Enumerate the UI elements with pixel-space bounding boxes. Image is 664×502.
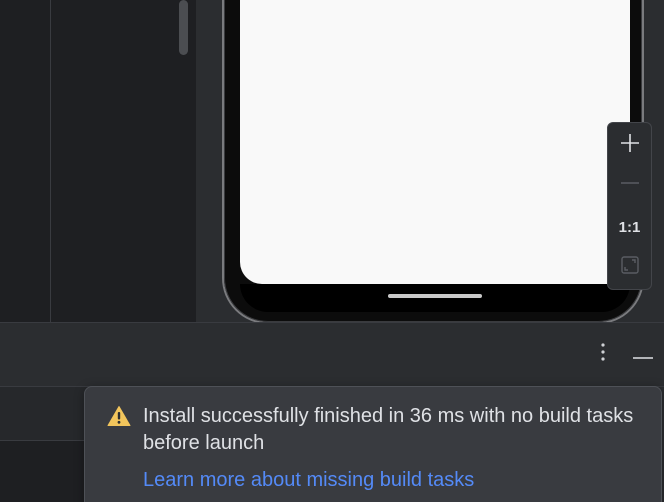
learn-more-link[interactable]: Learn more about missing build tasks xyxy=(143,467,474,493)
notification-message: Install successfully finished in 36 ms w… xyxy=(143,405,634,454)
hide-tool-window-button[interactable] xyxy=(630,341,656,367)
device-frame xyxy=(224,0,642,322)
device-screen[interactable] xyxy=(240,0,630,284)
actual-size-label: 1:1 xyxy=(618,218,641,236)
notification-balloon: Install successfully finished in 36 ms w… xyxy=(84,386,662,502)
minimize-icon xyxy=(632,345,654,364)
editor-gutter xyxy=(0,0,50,322)
editor-pane xyxy=(51,0,196,322)
console-output xyxy=(0,441,90,502)
home-indicator[interactable] xyxy=(388,294,482,298)
actual-size-button[interactable]: 1:1 xyxy=(608,207,651,247)
fit-screen-icon xyxy=(620,255,640,279)
device-navigation-bar xyxy=(240,284,630,312)
ide-window: 1:1 Install successfully finished in 36 … xyxy=(0,0,664,502)
zoom-out-button[interactable] xyxy=(608,165,651,205)
zoom-in-button[interactable] xyxy=(608,125,651,165)
minus-icon xyxy=(619,172,641,198)
tool-window-header xyxy=(0,322,664,387)
editor-scrollbar[interactable] xyxy=(179,0,188,55)
warning-icon xyxy=(107,405,131,427)
fit-screen-button[interactable] xyxy=(608,247,651,287)
options-button[interactable] xyxy=(592,341,614,367)
zoom-toolbar: 1:1 xyxy=(607,122,652,290)
plus-icon xyxy=(619,132,641,158)
tool-window-tab-strip[interactable] xyxy=(0,387,90,440)
kebab-icon xyxy=(600,342,606,366)
